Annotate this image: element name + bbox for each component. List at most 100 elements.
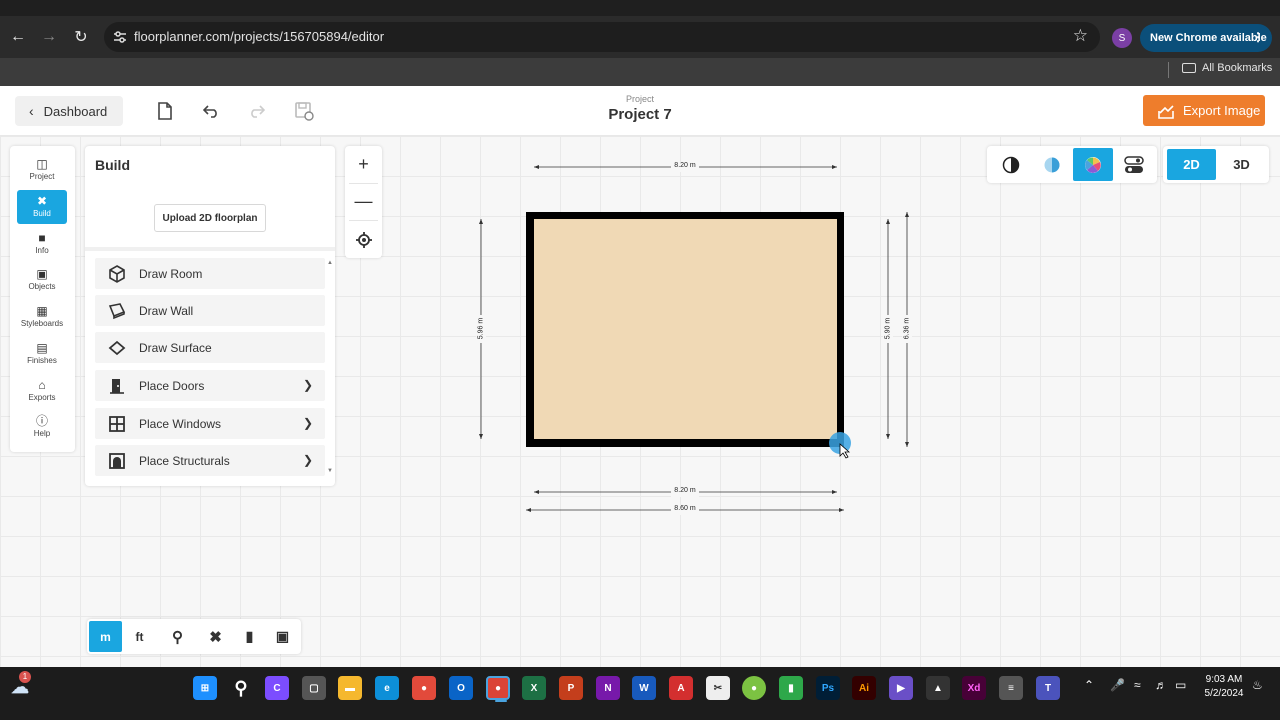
show-hidden-icons[interactable]: ⌃ [1084, 678, 1094, 692]
snipping-tool-icon[interactable]: ✂ [706, 676, 730, 700]
file-explorer-icon[interactable]: ▬ [338, 676, 362, 700]
microphone-icon[interactable]: 🎤 [1110, 678, 1125, 692]
outlook-icon[interactable]: O [449, 676, 473, 700]
place-structurals-item[interactable]: Place Structurals ❯ [95, 445, 325, 476]
zoom-in-button[interactable]: + [345, 146, 382, 183]
site-info-icon[interactable] [112, 29, 128, 45]
app-dark-icon[interactable]: ▲ [926, 676, 950, 700]
onenote-icon[interactable]: N [596, 676, 620, 700]
chevron-right-icon: ❯ [302, 453, 313, 467]
video-editor-icon[interactable]: ▶ [889, 676, 913, 700]
upload-floorplan-button[interactable]: Upload 2D floorplan [154, 204, 266, 232]
dashboard-button[interactable]: ‹ Dashboard [15, 96, 123, 126]
nav-exports[interactable]: ⌂ Exports [17, 374, 67, 408]
battery-icon[interactable]: ▭ [1175, 678, 1186, 692]
acrobat-icon[interactable]: A [669, 676, 693, 700]
app-header: ‹ Dashboard Project Project 7 Export Ima… [0, 86, 1280, 136]
new-chrome-button[interactable]: New Chrome available ⋮ [1140, 24, 1272, 52]
place-windows-item[interactable]: Place Windows ❯ [95, 408, 325, 439]
edge-icon[interactable]: e [375, 676, 399, 700]
start-icon[interactable]: ⊞ [193, 676, 217, 700]
calculator-icon[interactable]: ≡ [999, 676, 1023, 700]
nav-help[interactable]: ⓘ Help [17, 410, 67, 444]
settings-toggle-button[interactable] [1114, 148, 1154, 181]
redo-icon[interactable] [246, 100, 268, 122]
chrome-active-icon[interactable]: ● [486, 676, 510, 700]
reload-icon[interactable]: ↻ [68, 24, 94, 50]
copilot-icon[interactable]: C [265, 676, 289, 700]
place-doors-label: Place Doors [139, 378, 205, 393]
nav-build[interactable]: ✖ Build [17, 190, 67, 224]
nav-objects[interactable]: ▣ Objects [17, 263, 67, 297]
url-text[interactable]: floorplanner.com/projects/156705894/edit… [134, 29, 384, 44]
new-page-icon[interactable] [154, 100, 176, 122]
illustrator-icon[interactable]: Ai [852, 676, 876, 700]
xd-icon[interactable]: Xd [962, 676, 986, 700]
nav-help-label: Help [33, 429, 51, 438]
furniture-button[interactable]: ▣ [266, 621, 299, 652]
nav-project[interactable]: ◫ Project [17, 153, 67, 187]
project-name[interactable]: Project 7 [560, 106, 720, 123]
forward-icon[interactable]: → [36, 24, 62, 50]
search-icon[interactable]: ⚲ [229, 676, 253, 700]
dimension-bottom-outer-label: 8.60 m [674, 505, 696, 512]
word-icon[interactable]: W [632, 676, 656, 700]
place-doors-item[interactable]: Place Doors ❯ [95, 370, 325, 401]
wifi-icon[interactable]: ≈ [1134, 678, 1141, 692]
bookmark-star-icon[interactable]: ☆ [1073, 26, 1088, 46]
recenter-button[interactable] [345, 221, 382, 258]
browser-chrome: ← → ↻ floorplanner.com/projects/15670589… [0, 0, 1280, 86]
blueprint-button[interactable] [1032, 148, 1072, 181]
info-button[interactable]: ▮ [233, 621, 266, 652]
all-bookmarks-button[interactable]: All Bookmarks [1182, 62, 1272, 74]
dashboard-label: Dashboard [43, 103, 108, 119]
unit-feet-button[interactable]: ft [123, 621, 156, 652]
notifications-bell-icon[interactable]: ♨ [1252, 678, 1263, 692]
draw-surface-item[interactable]: Draw Surface [95, 332, 325, 363]
app-green-icon[interactable]: ● [742, 676, 766, 700]
chevron-left-icon: ‹ [29, 103, 34, 119]
export-image-button[interactable]: Export Image [1143, 95, 1265, 126]
menu-icon[interactable]: ⋮ [1252, 30, 1264, 44]
color-button[interactable] [1073, 148, 1113, 181]
project-label: Project [625, 94, 654, 104]
view-3d-button[interactable]: 3D [1217, 149, 1266, 180]
zoom-out-button[interactable]: — [345, 183, 382, 220]
room-floor[interactable] [534, 219, 837, 439]
teams-icon[interactable]: T [1036, 676, 1060, 700]
build-tools-button[interactable]: ✖ [199, 621, 232, 652]
measure-button[interactable]: ⚲ [161, 621, 194, 652]
nav-exports-label: Exports [28, 393, 56, 402]
photoshop-icon[interactable]: Ps [816, 676, 840, 700]
profile-avatar[interactable]: S [1112, 28, 1132, 48]
build-panel: Build Upload 2D floorplan ▲ Draw Room Dr… [85, 146, 335, 486]
nav-styleboards[interactable]: ▦ Styleboards [17, 300, 67, 334]
powerpoint-icon[interactable]: P [559, 676, 583, 700]
system-clock[interactable]: 9:03 AM 5/2/2024 [1196, 673, 1252, 701]
address-bar[interactable]: floorplanner.com/projects/156705894/edit… [104, 22, 1100, 52]
save-icon[interactable] [293, 100, 315, 122]
undo-icon[interactable] [200, 100, 222, 122]
draw-room-item[interactable]: Draw Room [95, 258, 325, 289]
nav-info[interactable]: ■ Info [17, 227, 67, 261]
contrast-button[interactable] [991, 148, 1031, 181]
unit-meters-button[interactable]: m [89, 621, 122, 652]
volume-icon[interactable]: ♬ [1155, 678, 1167, 692]
left-nav: ◫ Project ✖ Build ■ Info ▣ Objects ▦ Sty… [10, 146, 75, 452]
chrome-icon[interactable]: ● [412, 676, 436, 700]
browser-toolbar: ← → ↻ floorplanner.com/projects/15670589… [0, 16, 1280, 58]
draw-wall-item[interactable]: Draw Wall [95, 295, 325, 326]
chat-app-icon[interactable]: ▮ [779, 676, 803, 700]
scroll-down-icon[interactable]: ▼ [327, 468, 333, 474]
nav-styleboards-label: Styleboards [20, 319, 64, 328]
panel-divider [85, 247, 335, 251]
scroll-up-icon[interactable]: ▲ [327, 260, 333, 266]
help-icon: ⓘ [35, 414, 48, 428]
view-2d-button[interactable]: 2D [1167, 149, 1216, 180]
nav-finishes[interactable]: ▤ Finishes [17, 337, 67, 371]
project-title: Project Project 7 [560, 94, 720, 123]
folder-icon [1182, 63, 1196, 73]
excel-icon[interactable]: X [522, 676, 546, 700]
task-view-icon[interactable]: ▢ [302, 676, 326, 700]
back-icon[interactable]: ← [5, 24, 31, 50]
